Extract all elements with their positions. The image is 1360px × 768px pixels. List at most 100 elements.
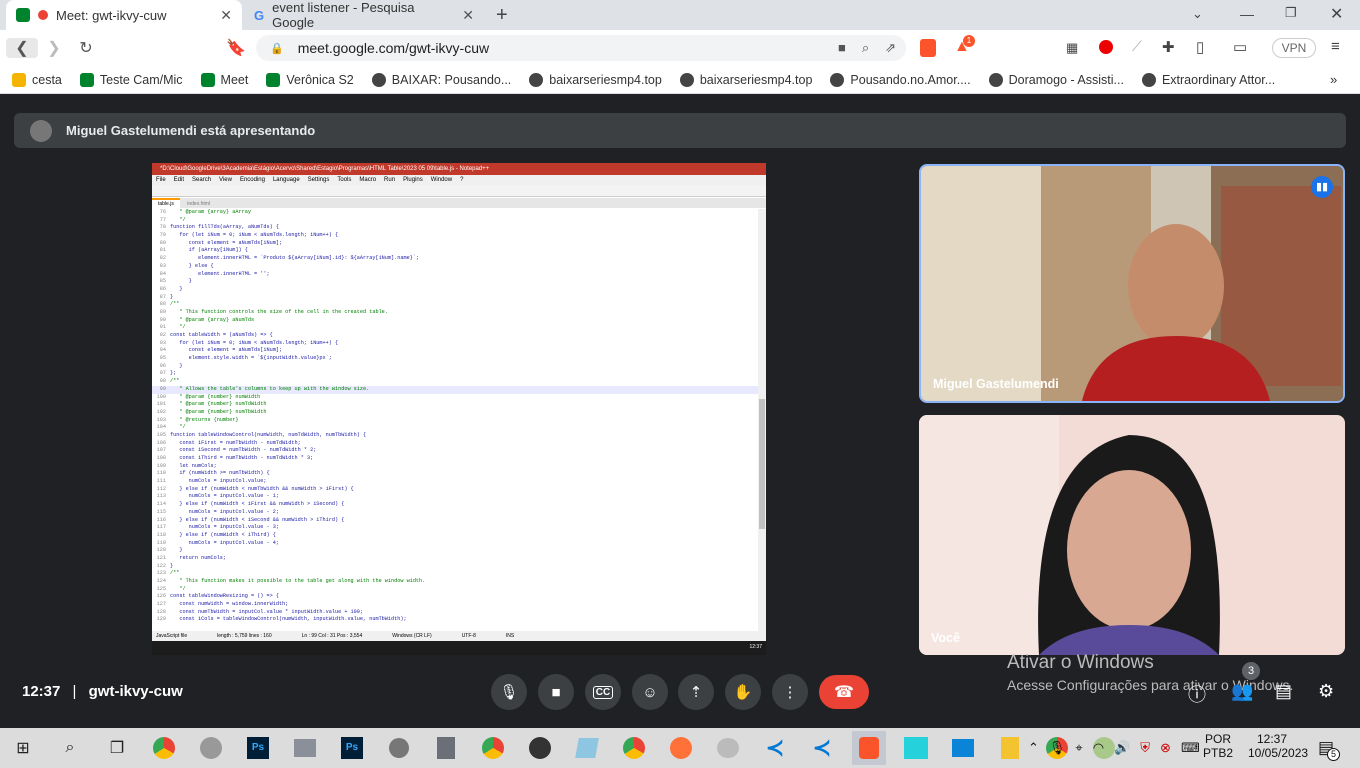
microphone-button[interactable]: 🎙 [491, 674, 527, 710]
menu-item: File [156, 177, 166, 183]
brave-rewards-icon[interactable]: ▲ 1 [954, 35, 975, 56]
file-explorer-icon[interactable] [993, 731, 1027, 765]
keyboard-icon[interactable]: ⌨ [1181, 740, 1200, 756]
line-number: 93 [159, 339, 166, 346]
bookmark-veronica[interactable]: Verônica S2 [266, 72, 354, 87]
close-tab-icon[interactable]: ✕ [220, 7, 232, 24]
reload-icon[interactable]: ↻ [70, 38, 102, 58]
emoji-icon: ☺ [642, 683, 658, 701]
meeting-details-icon[interactable]: ⓘ [1188, 681, 1206, 707]
bookmark-baixarseries-1[interactable]: baixarseriesmp4.top [529, 72, 662, 87]
bookmark-pousando[interactable]: Pousando.no.Amor.... [830, 72, 971, 87]
bookmark-baixarseries-2[interactable]: baixarseriesmp4.top [679, 72, 812, 87]
bookmark-teste-cam[interactable]: Teste Cam/Mic [79, 72, 183, 87]
close-window-button[interactable]: ✕ [1330, 4, 1343, 24]
monitor-app-icon[interactable] [946, 731, 980, 765]
taskbar-clock[interactable]: 12:37 10/05/2023 [1248, 732, 1308, 760]
puzzle-icon[interactable]: ✚ [1162, 38, 1175, 56]
notes-icon[interactable] [570, 731, 604, 765]
code-line: 115 numCols = inputCol.value - 2; [152, 509, 758, 517]
extension-icon[interactable]: ⟋ [1132, 38, 1142, 55]
start-icon[interactable]: ⊞ [6, 731, 40, 765]
tab-google-search[interactable]: G event listener - Pesquisa Google ✕ [244, 0, 484, 30]
calculator-icon[interactable] [429, 731, 463, 765]
people-icon[interactable]: 👥 [1231, 681, 1253, 702]
qr-icon[interactable]: ▦ [1066, 40, 1078, 56]
clock-app-icon[interactable] [194, 731, 228, 765]
amazon-music-icon[interactable] [899, 731, 933, 765]
mic-tray-icon[interactable]: 🎙 [1049, 740, 1066, 756]
warning-icon[interactable]: ⊗ [1160, 740, 1171, 756]
zoom-icon[interactable]: ⌕ [862, 40, 869, 56]
url-bar[interactable]: 🔒 meet.google.com/gwt-ikvy-cuw ■ ⌕ ⇗ [256, 35, 906, 61]
vscode-2-icon[interactable]: ≺ [805, 731, 839, 765]
firefox-icon[interactable] [664, 731, 698, 765]
vpn-button[interactable]: VPN [1272, 38, 1316, 58]
media-player-icon[interactable] [523, 731, 557, 765]
paint-icon[interactable] [711, 731, 745, 765]
more-bookmarks-icon[interactable]: » [1330, 72, 1337, 87]
code-line: 87} [152, 294, 758, 302]
participant-tile-presenter[interactable]: ▮▮ Miguel Gastelumendi [919, 164, 1345, 403]
share-icon[interactable]: ⇗ [885, 40, 896, 56]
notification-center-icon[interactable]: ▤ 5 [1318, 738, 1340, 761]
task-view-icon[interactable]: ❐ [100, 731, 134, 765]
code-line: 103 * @returns {number} [152, 417, 758, 425]
leave-call-button[interactable]: ☎ [819, 675, 869, 709]
chat-icon[interactable]: ▤ [1275, 681, 1292, 702]
wifi-icon[interactable]: ◠ [1093, 740, 1104, 756]
emoji-button[interactable]: ☺ [632, 674, 668, 710]
line-text: /** [170, 570, 180, 577]
chevron-up-icon[interactable]: ⌃ [1028, 740, 1039, 756]
vscode-icon[interactable]: ≺ [758, 731, 792, 765]
new-tab-button[interactable]: + [496, 4, 508, 27]
opera-icon[interactable] [1099, 40, 1113, 54]
participant-tile-self[interactable]: Você [919, 415, 1345, 655]
wallet-icon[interactable]: ▭ [1233, 38, 1247, 56]
chrome-2-icon[interactable] [476, 731, 510, 765]
app-glyph [200, 737, 222, 759]
line-number: 100 [156, 393, 166, 400]
bookmark-cesta[interactable]: cesta [12, 72, 62, 87]
chrome-3-icon[interactable] [617, 731, 651, 765]
more-options-button[interactable]: ⋮ [772, 674, 808, 710]
bookmark-baixar[interactable]: BAIXAR: Pousando... [371, 72, 511, 87]
activities-icon[interactable]: ⚙ [1318, 681, 1334, 702]
volume-icon[interactable]: 🔊 [1114, 740, 1130, 756]
bookmark-doramogo[interactable]: Doramogo - Assisti... [988, 72, 1124, 87]
camera-icon[interactable]: ■ [838, 40, 846, 56]
bookmark-extraordinary[interactable]: Extraordinary Attor... [1141, 72, 1275, 87]
scanner-icon[interactable] [288, 731, 322, 765]
input-language[interactable]: POR PTB2 [1203, 732, 1233, 760]
restore-button[interactable]: ❐ [1285, 5, 1297, 21]
photoshop-icon[interactable]: Ps [241, 731, 275, 765]
back-icon[interactable]: ❮ [6, 38, 38, 58]
captions-button[interactable]: CC [585, 674, 621, 710]
forward-icon[interactable]: ❯ [38, 38, 70, 58]
camera-button[interactable]: ■ [538, 674, 574, 710]
search-icon[interactable]: ⌕ [53, 731, 87, 765]
raise-hand-button[interactable]: ✋ [725, 674, 761, 710]
minimize-button[interactable]: — [1240, 6, 1254, 22]
tab-search-icon[interactable]: ⌄ [1192, 6, 1203, 22]
menu-icon[interactable]: ≡ [1331, 38, 1340, 55]
code-line: 114 } else if (numWidth < iFirst && numW… [152, 501, 758, 509]
location-icon[interactable]: ⌖ [1075, 740, 1082, 756]
brave-icon[interactable] [852, 731, 886, 765]
line-text: */ [170, 424, 186, 431]
app-glyph [670, 737, 692, 759]
antivirus-icon[interactable]: ⛨ [1140, 740, 1150, 756]
photoshop-2-icon[interactable]: Ps [335, 731, 369, 765]
line-text: element.innerHTML = ''; [170, 270, 270, 277]
sidebar-icon[interactable]: ▯ [1196, 38, 1204, 56]
alarm-icon[interactable] [382, 731, 416, 765]
code-line: 83 } else { [152, 263, 758, 271]
close-tab-icon[interactable]: ✕ [462, 7, 474, 24]
present-button[interactable]: ⇡ [678, 674, 714, 710]
tab-meet[interactable]: Meet: gwt-ikvy-cuw ✕ [6, 0, 242, 30]
brave-shield-icon[interactable] [920, 39, 936, 57]
line-text: const iFirst = numTbWidth - numTdWidth; [170, 439, 301, 446]
bookmark-icon[interactable]: 🔖 [220, 38, 252, 58]
bookmark-meet[interactable]: Meet [200, 72, 248, 87]
chrome-icon[interactable] [147, 731, 181, 765]
